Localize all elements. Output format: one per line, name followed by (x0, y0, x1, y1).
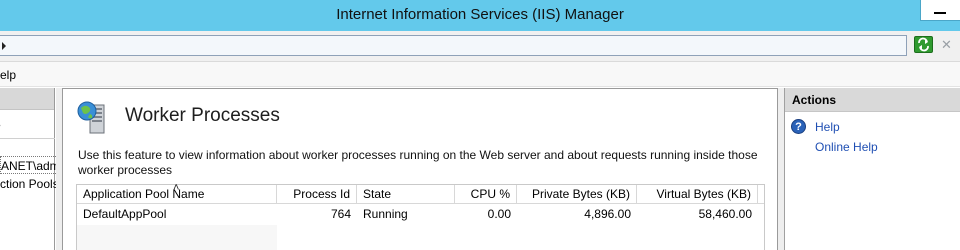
breadcrumb-arrow-icon[interactable] (2, 42, 6, 50)
cell-state: Running (363, 207, 408, 221)
action-help-link[interactable]: Help (815, 120, 840, 134)
title-bar: Internet Information Services (IIS) Mana… (0, 0, 960, 31)
tree-item-application-pools[interactable]: ction Pools (0, 176, 56, 192)
grid-sorted-column-shade (77, 225, 277, 250)
column-header-state[interactable]: State (357, 185, 455, 204)
refresh-icon (918, 37, 929, 52)
column-header-process-id[interactable]: Process Id (277, 185, 357, 204)
connections-divider (0, 138, 55, 139)
page-title: Worker Processes (125, 105, 280, 126)
window-title: Internet Information Services (IIS) Mana… (336, 6, 624, 23)
actions-pane: Actions ? Help Online Help (784, 88, 960, 250)
grid-header: Application Pool Name ˄ Process Id State… (77, 182, 764, 204)
address-field[interactable] (0, 35, 907, 56)
refresh-go-button[interactable] (914, 36, 933, 53)
stop-icon[interactable]: ✕ (938, 36, 955, 53)
table-row[interactable]: DefaultAppPool 764 Running 0.00 4,896.00… (77, 205, 764, 224)
column-header-label: Application Pool Name (83, 187, 205, 201)
cell-virtual-bytes: 58,460.00 (698, 207, 752, 221)
cell-app-pool: DefaultAppPool (83, 207, 167, 221)
feature-description: Use this feature to view information abo… (78, 148, 758, 177)
address-bar: ✕ (0, 31, 960, 62)
minimize-button[interactable] (920, 0, 960, 21)
feature-page: Worker Processes Use this feature to vie… (62, 88, 778, 250)
worker-processes-grid: Application Pool Name ˄ Process Id State… (76, 182, 765, 250)
cell-process-id: 764 (330, 207, 351, 221)
connections-toolbar-icon[interactable]: ◦ (0, 120, 1, 132)
tree-item-server[interactable]: ANET\adm (0, 156, 56, 174)
actions-header: Actions (785, 88, 960, 112)
column-header-virtual-bytes[interactable]: Virtual Bytes (KB) (637, 185, 758, 204)
menu-help[interactable]: elp (0, 68, 16, 82)
cell-private-bytes: 4,896.00 (584, 207, 631, 221)
action-online-help-link[interactable]: Online Help (815, 140, 878, 154)
cell-cpu: 0.00 (487, 207, 511, 221)
column-header-app-pool[interactable]: Application Pool Name ˄ (77, 182, 277, 204)
help-icon[interactable]: ? (791, 119, 806, 134)
worker-processes-icon (77, 101, 105, 134)
connections-pane: ◦ ANET\adm ction Pools (0, 88, 56, 250)
connections-header (0, 88, 54, 110)
column-header-private-bytes[interactable]: Private Bytes (KB) (517, 185, 637, 204)
sort-ascending-icon: ˄ (173, 182, 180, 194)
column-header-cpu[interactable]: CPU % (455, 185, 517, 204)
menu-bar: elp (0, 62, 960, 87)
